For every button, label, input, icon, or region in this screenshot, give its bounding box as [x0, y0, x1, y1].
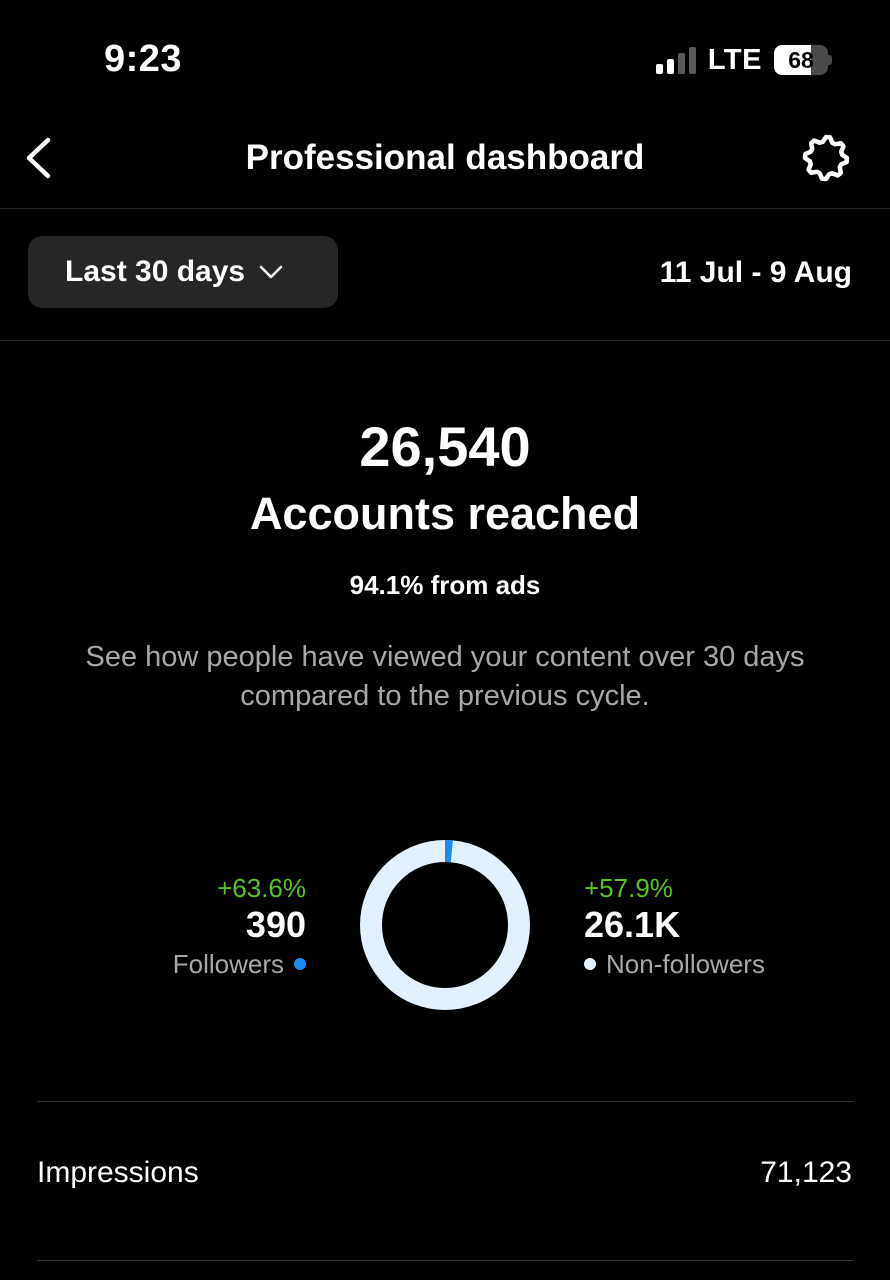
non-followers-value: 26.1K — [584, 904, 681, 945]
reach-donut-chart — [360, 840, 530, 1010]
followers-dot — [294, 958, 306, 970]
professional-dashboard-screen: 9:23 LTE 68 Professional dashboard Last … — [0, 0, 890, 1280]
non-followers-legend: Non-followers — [584, 946, 765, 982]
settings-button[interactable] — [798, 130, 854, 186]
gear-icon — [802, 134, 850, 182]
filter-divider — [0, 340, 890, 341]
battery-icon: 68 — [774, 45, 832, 75]
date-range-text: 11 Jul - 9 Aug — [659, 256, 852, 289]
non-followers-label: Non-followers — [606, 949, 765, 979]
date-range-dropdown[interactable]: Last 30 days — [28, 236, 338, 308]
battery-level: 68 — [788, 46, 814, 73]
followers-value: 390 — [245, 904, 306, 945]
impressions-label: Impressions — [37, 1156, 199, 1189]
followers-legend: Followers — [173, 946, 306, 982]
metrics-divider-top — [37, 1101, 853, 1102]
followers-change: +63.6% — [217, 873, 306, 903]
page-title: Professional dashboard — [245, 138, 645, 177]
network-type: LTE — [707, 43, 762, 76]
signal-icon — [655, 46, 696, 74]
non-followers-stat: +57.9% 26.1K Non-followers — [584, 872, 765, 982]
status-indicators: LTE 68 — [655, 42, 832, 78]
donut-non-followers-segment — [360, 840, 530, 1010]
date-range-label: Last 30 days — [65, 255, 246, 288]
followers-stat: +63.6% 390 Followers — [173, 872, 306, 982]
non-followers-change: +57.9% — [584, 873, 673, 903]
followers-label: Followers — [172, 949, 284, 979]
header-divider — [0, 208, 890, 209]
status-time: 9:23 — [104, 38, 183, 80]
impressions-value: 71,123 — [760, 1156, 852, 1189]
summary-description: See how people have viewed your content … — [85, 641, 805, 712]
metrics-divider-bottom — [37, 1260, 853, 1261]
accounts-reached-label: Accounts reached — [249, 488, 641, 539]
chevron-down-icon — [259, 265, 283, 279]
ads-percentage: 94.1% from ads — [349, 570, 541, 600]
non-followers-dot — [584, 958, 596, 970]
accounts-reached-count: 26,540 — [359, 415, 531, 478]
